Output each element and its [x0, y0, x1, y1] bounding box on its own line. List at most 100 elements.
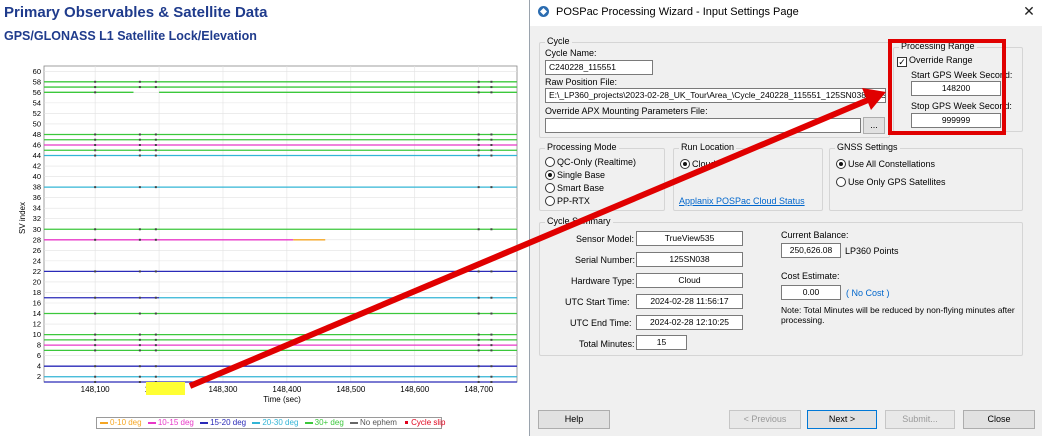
cycle-slip-marker [490, 133, 493, 136]
cycle-slip-marker [94, 375, 97, 378]
gnss-all-constellations-radio[interactable]: Use All Constellations [836, 159, 935, 169]
cycle-slip-marker [94, 349, 97, 352]
cycle-slip-marker [94, 144, 97, 146]
y-tick-label: 28 [33, 235, 41, 244]
highlighted-tick-marker [146, 382, 185, 395]
utc-end-value: 2024-02-28 12:10:25 [636, 315, 743, 330]
cycle-slip-marker [477, 91, 480, 94]
x-tick-label: 148,500 [336, 385, 365, 394]
cycle-slip-marker [477, 344, 480, 347]
cycle-slip-marker [138, 238, 141, 241]
cycle-name-input[interactable]: C240228_115551 [545, 60, 653, 75]
cycle-slip-marker [154, 228, 157, 231]
cycle-slip-marker [490, 144, 493, 146]
sv-lock-chart: 2468101214161820222426283032343638404244… [18, 65, 518, 404]
serial-number-value: 125SN038 [636, 252, 743, 267]
y-tick-label: 12 [33, 320, 41, 329]
cycle-slip-marker [477, 349, 480, 352]
radio-selected-icon [545, 170, 555, 180]
mode-smart-base-radio[interactable]: Smart Base [545, 183, 604, 193]
y-tick-label: 38 [33, 183, 41, 192]
y-tick-label: 48 [33, 130, 41, 139]
serial-number-label: Serial Number: [575, 255, 636, 265]
cost-estimate-label: Cost Estimate: [781, 271, 840, 281]
x-tick-label: 148,700 [464, 385, 493, 394]
legend-swatch [147, 422, 156, 424]
next-button[interactable]: Next > [807, 410, 877, 429]
app-icon [538, 6, 549, 17]
cycle-slip-marker [154, 312, 157, 315]
run-cloud-radio[interactable]: Cloud [680, 159, 716, 169]
mode-qc-only-radio[interactable]: QC-Only (Realtime) [545, 157, 636, 167]
utc-end-label: UTC End Time: [570, 318, 632, 328]
total-minutes-label: Total Minutes: [579, 339, 635, 349]
cycle-slip-marker [138, 133, 141, 136]
start-gps-input[interactable]: 148200 [911, 81, 1001, 96]
current-balance-label: Current Balance: [781, 230, 849, 240]
cycle-slip-marker [138, 365, 141, 368]
cycle-slip-marker [490, 228, 493, 231]
radio-label: Use All Constellations [848, 159, 936, 169]
previous-button[interactable]: < Previous [729, 410, 801, 429]
dialog-title: POSPac Processing Wizard - Input Setting… [556, 6, 799, 18]
legend-item: 20-30 deg [252, 418, 298, 428]
radio-icon [545, 196, 555, 206]
screenshot-root: Primary Observables & Satellite Data GPS… [0, 0, 1042, 436]
cycle-slip-marker [490, 365, 493, 368]
legend-item: 30+ deg [304, 418, 344, 428]
gnss-gps-only-radio[interactable]: Use Only GPS Satellites [836, 177, 946, 187]
cycle-name-label: Cycle Name: [545, 48, 597, 58]
processing-range-label: Processing Range [899, 41, 977, 51]
chart-legend: 0-10 deg 10-15 deg 15-20 deg 20-30 deg 3… [96, 417, 445, 429]
legend-item: 0-10 deg [100, 418, 142, 428]
help-button[interactable]: Help [538, 410, 610, 429]
cycle-slip-marker [154, 349, 157, 352]
legend-label: 10-15 deg [157, 418, 194, 427]
override-range-checkbox[interactable]: ✓ Override Range [897, 55, 973, 67]
cycle-slip-marker [477, 144, 480, 146]
cycle-slip-marker [138, 270, 141, 273]
cycle-slip-marker [477, 149, 480, 152]
cycle-slip-marker [477, 138, 480, 141]
cycle-slip-marker [94, 149, 97, 152]
mode-single-base-radio[interactable]: Single Base [545, 170, 605, 180]
stop-gps-input[interactable]: 999999 [911, 113, 1001, 128]
cycle-slip-marker [94, 333, 97, 336]
checkmark-icon: ✓ [897, 57, 907, 67]
cycle-slip-marker [138, 333, 141, 336]
cycle-slip-marker [490, 91, 493, 94]
browse-apx-button[interactable]: ... [863, 117, 885, 134]
apx-mounting-label: Override APX Mounting Parameters File: [545, 106, 708, 116]
close-button[interactable]: Close [963, 410, 1035, 429]
pospac-cloud-status-link[interactable]: Applanix POSPac Cloud Status [679, 196, 805, 206]
radio-label: Cloud [692, 159, 716, 169]
y-tick-label: 18 [33, 288, 41, 297]
radio-label: Single Base [557, 170, 606, 180]
cycle-slip-marker [138, 381, 141, 383]
cycle-slip-marker [477, 338, 480, 341]
cycle-slip-marker [154, 138, 157, 141]
submit-button[interactable]: Submit... [885, 410, 955, 429]
cycle-slip-marker [490, 381, 493, 383]
apx-mounting-input[interactable] [545, 118, 861, 133]
cycle-slip-marker [94, 296, 97, 299]
cycle-slip-marker [490, 375, 493, 378]
close-icon[interactable]: ✕ [1021, 3, 1037, 19]
cycle-slip-marker [94, 338, 97, 341]
cycle-slip-marker [138, 144, 141, 146]
cycle-slip-marker [477, 375, 480, 378]
legend-label: 30+ deg [314, 418, 344, 427]
utc-start-value: 2024-02-28 11:56:17 [636, 294, 743, 309]
cycle-slip-marker [138, 186, 141, 189]
satellite-report-panel: Primary Observables & Satellite Data GPS… [0, 0, 525, 436]
y-tick-label: 46 [33, 141, 41, 150]
cycle-slip-marker [138, 296, 141, 299]
mode-pp-rtx-radio[interactable]: PP-RTX [545, 196, 590, 206]
cycle-slip-marker [154, 186, 157, 189]
y-tick-label: 54 [33, 98, 41, 107]
cycle-slip-marker [138, 86, 141, 89]
radio-selected-icon [680, 159, 690, 169]
raw-position-input[interactable]: E:\_LP360_projects\2023-02-28_UK_Tour\Ar… [545, 88, 886, 103]
dialog-titlebar[interactable]: POSPac Processing Wizard - Input Setting… [530, 0, 1042, 26]
legend-item: Cycle slip [403, 418, 445, 428]
